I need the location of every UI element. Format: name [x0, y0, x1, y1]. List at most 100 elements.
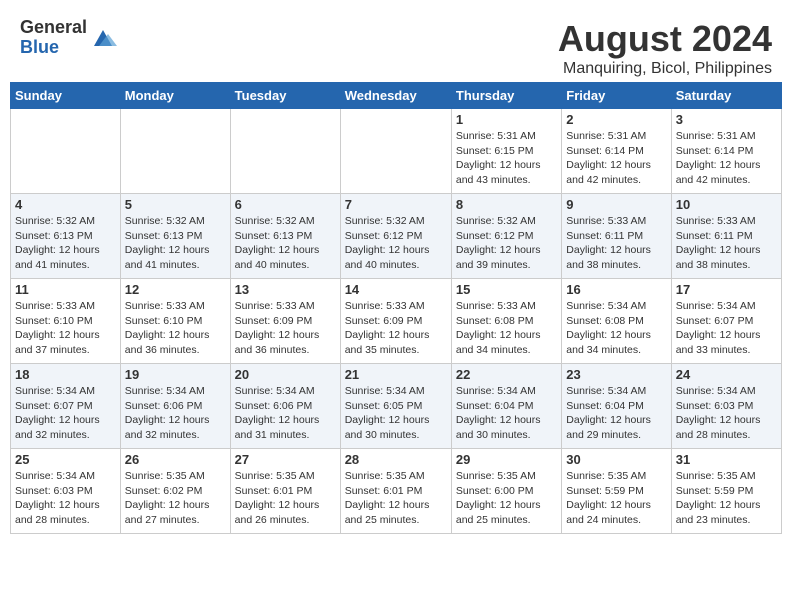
day-info: Sunrise: 5:33 AMSunset: 6:11 PMDaylight:… [566, 214, 666, 273]
day-number: 20 [235, 367, 336, 382]
day-number: 31 [676, 452, 777, 467]
day-number: 11 [15, 282, 116, 297]
calendar-cell: 17 Sunrise: 5:34 AMSunset: 6:07 PMDayligh… [671, 279, 781, 364]
day-info: Sunrise: 5:32 AMSunset: 6:12 PMDaylight:… [345, 214, 447, 273]
day-info: Sunrise: 5:33 AMSunset: 6:11 PMDaylight:… [676, 214, 777, 273]
page-header: General Blue August 2024 Manquiring, Bic… [10, 10, 782, 82]
calendar-week-row: 18 Sunrise: 5:34 AMSunset: 6:07 PMDayligh… [11, 364, 782, 449]
calendar-week-row: 11 Sunrise: 5:33 AMSunset: 6:10 PMDayligh… [11, 279, 782, 364]
calendar-cell: 6 Sunrise: 5:32 AMSunset: 6:13 PMDaylight… [230, 194, 340, 279]
day-info: Sunrise: 5:32 AMSunset: 6:12 PMDaylight:… [456, 214, 557, 273]
calendar-week-row: 1 Sunrise: 5:31 AMSunset: 6:15 PMDaylight… [11, 109, 782, 194]
calendar-cell: 9 Sunrise: 5:33 AMSunset: 6:11 PMDaylight… [562, 194, 671, 279]
calendar-cell: 19Sunrise: 5:34 AMSunset: 6:06 PMDayligh… [120, 364, 230, 449]
calendar-cell: 30 Sunrise: 5:35 AMSunset: 5:59 PMDayligh… [562, 449, 671, 534]
day-info: Sunrise: 5:35 AMSunset: 5:59 PMDaylight:… [676, 469, 777, 528]
calendar-cell [230, 109, 340, 194]
header-thursday: Thursday [451, 83, 561, 109]
calendar-header-row: SundayMondayTuesdayWednesdayThursdayFrid… [11, 83, 782, 109]
day-number: 23 [566, 367, 666, 382]
calendar-cell: 3Sunrise: 5:31 AMSunset: 6:14 PMDaylight… [671, 109, 781, 194]
day-number: 24 [676, 367, 777, 382]
day-info: Sunrise: 5:34 AMSunset: 6:05 PMDaylight:… [345, 384, 447, 443]
calendar-cell: 15 Sunrise: 5:33 AMSunset: 6:08 PMDayligh… [451, 279, 561, 364]
day-info: Sunrise: 5:31 AMSunset: 6:14 PMDaylight:… [676, 129, 777, 188]
calendar-cell: 21 Sunrise: 5:34 AMSunset: 6:05 PMDayligh… [340, 364, 451, 449]
calendar-cell: 13Sunrise: 5:33 AMSunset: 6:09 PMDayligh… [230, 279, 340, 364]
day-info: Sunrise: 5:35 AMSunset: 5:59 PMDaylight:… [566, 469, 666, 528]
calendar-cell: 10Sunrise: 5:33 AMSunset: 6:11 PMDayligh… [671, 194, 781, 279]
calendar-cell: 8 Sunrise: 5:32 AMSunset: 6:12 PMDaylight… [451, 194, 561, 279]
header-wednesday: Wednesday [340, 83, 451, 109]
title-area: August 2024 Manquiring, Bicol, Philippin… [558, 18, 772, 78]
header-monday: Monday [120, 83, 230, 109]
day-number: 26 [125, 452, 226, 467]
day-info: Sunrise: 5:32 AMSunset: 6:13 PMDaylight:… [235, 214, 336, 273]
day-number: 21 [345, 367, 447, 382]
day-number: 17 [676, 282, 777, 297]
logo-blue: Blue [20, 38, 87, 58]
header-sunday: Sunday [11, 83, 121, 109]
day-number: 16 [566, 282, 666, 297]
day-info: Sunrise: 5:32 AMSunset: 6:13 PMDaylight:… [15, 214, 116, 273]
calendar-cell: 29 Sunrise: 5:35 AMSunset: 6:00 PMDayligh… [451, 449, 561, 534]
header-friday: Friday [562, 83, 671, 109]
day-info: Sunrise: 5:33 AMSunset: 6:10 PMDaylight:… [125, 299, 226, 358]
calendar-cell [11, 109, 121, 194]
calendar-cell: 25Sunrise: 5:34 AMSunset: 6:03 PMDayligh… [11, 449, 121, 534]
calendar-cell: 14Sunrise: 5:33 AMSunset: 6:09 PMDayligh… [340, 279, 451, 364]
calendar-cell: 20 Sunrise: 5:34 AMSunset: 6:06 PMDayligh… [230, 364, 340, 449]
day-number: 5 [125, 197, 226, 212]
calendar-cell: 16Sunrise: 5:34 AMSunset: 6:08 PMDayligh… [562, 279, 671, 364]
day-info: Sunrise: 5:35 AMSunset: 6:01 PMDaylight:… [345, 469, 447, 528]
calendar-cell: 23Sunrise: 5:34 AMSunset: 6:04 PMDayligh… [562, 364, 671, 449]
calendar-cell: 27Sunrise: 5:35 AMSunset: 6:01 PMDayligh… [230, 449, 340, 534]
day-number: 8 [456, 197, 557, 212]
day-number: 15 [456, 282, 557, 297]
day-info: Sunrise: 5:35 AMSunset: 6:01 PMDaylight:… [235, 469, 336, 528]
day-info: Sunrise: 5:35 AMSunset: 6:00 PMDaylight:… [456, 469, 557, 528]
day-info: Sunrise: 5:34 AMSunset: 6:07 PMDaylight:… [676, 299, 777, 358]
calendar-cell: 7 Sunrise: 5:32 AMSunset: 6:12 PMDaylight… [340, 194, 451, 279]
day-number: 4 [15, 197, 116, 212]
logo-general: General [20, 18, 87, 38]
day-number: 9 [566, 197, 666, 212]
day-number: 7 [345, 197, 447, 212]
day-info: Sunrise: 5:31 AMSunset: 6:15 PMDaylight:… [456, 129, 557, 188]
month-year-title: August 2024 [558, 18, 772, 60]
calendar-week-row: 4 Sunrise: 5:32 AMSunset: 6:13 PMDaylight… [11, 194, 782, 279]
calendar-cell: 5Sunrise: 5:32 AMSunset: 6:13 PMDaylight… [120, 194, 230, 279]
day-info: Sunrise: 5:33 AMSunset: 6:09 PMDaylight:… [345, 299, 447, 358]
calendar-cell: 12 Sunrise: 5:33 AMSunset: 6:10 PMDayligh… [120, 279, 230, 364]
header-saturday: Saturday [671, 83, 781, 109]
day-number: 19 [125, 367, 226, 382]
day-number: 29 [456, 452, 557, 467]
logo-text: General Blue [20, 18, 87, 58]
calendar-cell: 31 Sunrise: 5:35 AMSunset: 5:59 PMDayligh… [671, 449, 781, 534]
calendar-cell: 22Sunrise: 5:34 AMSunset: 6:04 PMDayligh… [451, 364, 561, 449]
day-number: 28 [345, 452, 447, 467]
day-info: Sunrise: 5:34 AMSunset: 6:03 PMDaylight:… [676, 384, 777, 443]
logo-icon [89, 24, 117, 52]
calendar-cell: 2Sunrise: 5:31 AMSunset: 6:14 PMDaylight… [562, 109, 671, 194]
day-info: Sunrise: 5:31 AMSunset: 6:14 PMDaylight:… [566, 129, 666, 188]
day-info: Sunrise: 5:34 AMSunset: 6:04 PMDaylight:… [456, 384, 557, 443]
day-number: 18 [15, 367, 116, 382]
calendar-cell: 18 Sunrise: 5:34 AMSunset: 6:07 PMDayligh… [11, 364, 121, 449]
calendar-cell: 28 Sunrise: 5:35 AMSunset: 6:01 PMDayligh… [340, 449, 451, 534]
day-number: 12 [125, 282, 226, 297]
calendar-week-row: 25Sunrise: 5:34 AMSunset: 6:03 PMDayligh… [11, 449, 782, 534]
day-number: 30 [566, 452, 666, 467]
day-info: Sunrise: 5:34 AMSunset: 6:06 PMDaylight:… [235, 384, 336, 443]
calendar-cell: 11 Sunrise: 5:33 AMSunset: 6:10 PMDayligh… [11, 279, 121, 364]
day-info: Sunrise: 5:33 AMSunset: 6:10 PMDaylight:… [15, 299, 116, 358]
day-number: 6 [235, 197, 336, 212]
day-number: 1 [456, 112, 557, 127]
calendar-cell: 4 Sunrise: 5:32 AMSunset: 6:13 PMDaylight… [11, 194, 121, 279]
calendar-cell: 1 Sunrise: 5:31 AMSunset: 6:15 PMDaylight… [451, 109, 561, 194]
calendar-cell: 26Sunrise: 5:35 AMSunset: 6:02 PMDayligh… [120, 449, 230, 534]
day-info: Sunrise: 5:34 AMSunset: 6:07 PMDaylight:… [15, 384, 116, 443]
day-info: Sunrise: 5:33 AMSunset: 6:08 PMDaylight:… [456, 299, 557, 358]
day-number: 13 [235, 282, 336, 297]
day-info: Sunrise: 5:34 AMSunset: 6:03 PMDaylight:… [15, 469, 116, 528]
